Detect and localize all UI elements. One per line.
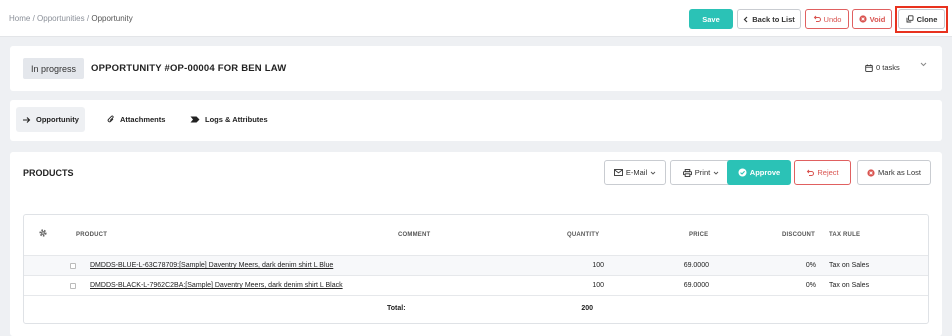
chevron-down-icon (713, 171, 719, 175)
tab-attachments[interactable]: Attachments (101, 107, 171, 132)
tab-label: Attachments (120, 115, 166, 124)
back-to-list-label: Back to List (752, 14, 795, 24)
save-button[interactable]: Save (689, 9, 733, 29)
reject-button[interactable]: Reject (794, 160, 851, 185)
back-to-list-button[interactable]: Back to List (737, 9, 801, 29)
undo-icon (813, 15, 821, 23)
chevron-down-icon (650, 171, 656, 175)
column-header-price: PRICE (689, 232, 709, 238)
discount-cell: 0% (805, 282, 816, 289)
tag-icon (190, 116, 200, 123)
table-header: PRODUCT COMMENT QUANTITY PRICE DISCOUNT … (24, 215, 928, 255)
table-row[interactable]: DMDDS-BLACK-L-7962C2BA:[Sample] Daventry… (24, 275, 928, 295)
breadcrumb-home[interactable]: Home (9, 14, 30, 23)
tabs-panel: Opportunity Attachments Logs & Attribute… (10, 100, 942, 141)
clone-button[interactable]: Clone (898, 9, 945, 29)
table-row[interactable]: DMDDS-BLUE-L-63C78709:[Sample] Daventry … (24, 255, 928, 275)
arrow-right-icon (22, 116, 31, 124)
envelope-icon (613, 169, 623, 176)
price-cell: 69.0000 (683, 282, 709, 289)
print-label: Print (694, 168, 711, 177)
email-button[interactable]: E-Mail (604, 160, 666, 185)
column-header-tax-rule: TAX RULE (829, 232, 861, 238)
row-checkbox[interactable] (70, 283, 76, 289)
tab-opportunity[interactable]: Opportunity (16, 107, 85, 132)
tasks-button[interactable]: 0 tasks (865, 63, 900, 72)
column-header-product: PRODUCT (76, 232, 108, 238)
undo-label: Undo (823, 14, 842, 24)
tax-rule-cell: Tax on Sales (829, 262, 870, 269)
table-total-row: Total: 200 (24, 295, 928, 323)
products-title: PRODUCTS (23, 168, 74, 178)
quantity-cell: 100 (592, 282, 604, 289)
page-title: OPPORTUNITY #OP-00004 FOR BEN LAW (91, 63, 287, 74)
tab-label: Logs & Attributes (205, 115, 268, 124)
void-button[interactable]: Void (852, 9, 892, 29)
print-button[interactable]: Print (670, 160, 732, 185)
discount-cell: 0% (805, 262, 816, 269)
products-table: PRODUCT COMMENT QUANTITY PRICE DISCOUNT … (23, 214, 929, 324)
total-label: Total: (387, 305, 406, 312)
void-icon (859, 15, 867, 23)
close-circle-icon (867, 168, 875, 177)
product-link[interactable]: DMDDS-BLACK-L-7962C2BA:[Sample] Daventry… (90, 282, 343, 289)
mark-as-lost-label: Mark as Lost (878, 168, 921, 177)
tax-rule-cell: Tax on Sales (829, 282, 870, 289)
email-label: E-Mail (625, 168, 648, 177)
approve-label: Approve (749, 168, 781, 177)
column-header-comment: COMMENT (398, 232, 431, 238)
paperclip-icon (107, 115, 115, 124)
total-quantity: 200 (581, 305, 593, 312)
breadcrumb-separator: / (32, 14, 35, 23)
calendar-icon (865, 64, 873, 72)
products-panel: PRODUCTS E-Mail Print Approve Reject Mar… (10, 152, 942, 336)
status-badge: In progress (23, 58, 85, 79)
reject-label: Reject (817, 168, 839, 177)
breadcrumb-current: Opportunity (91, 14, 133, 23)
row-checkbox[interactable] (70, 263, 76, 269)
column-header-quantity: QUANTITY (567, 232, 600, 238)
breadcrumb-separator: / (86, 14, 90, 23)
tasks-label: 0 tasks (876, 63, 900, 72)
breadcrumb-opportunities[interactable]: Opportunities (37, 14, 85, 23)
opportunity-header-panel: In progress OPPORTUNITY #OP-00004 FOR BE… (10, 46, 942, 91)
gear-icon[interactable] (38, 228, 48, 238)
mark-as-lost-button[interactable]: Mark as Lost (857, 160, 931, 185)
breadcrumb: Home / Opportunities / Opportunity (9, 14, 133, 23)
product-link[interactable]: DMDDS-BLUE-L-63C78709:[Sample] Daventry … (90, 262, 333, 269)
printer-icon (682, 168, 692, 177)
chevron-left-icon (743, 16, 749, 23)
check-circle-icon (738, 168, 747, 177)
clone-label: Clone (916, 14, 938, 24)
copy-icon (906, 15, 914, 23)
column-header-discount: DISCOUNT (782, 232, 815, 238)
price-cell: 69.0000 (683, 262, 709, 269)
approve-button[interactable]: Approve (727, 160, 791, 185)
void-label: Void (869, 14, 886, 24)
chevron-down-icon[interactable] (920, 62, 927, 67)
tab-logs-attributes[interactable]: Logs & Attributes (184, 107, 274, 132)
quantity-cell: 100 (592, 262, 604, 269)
undo-icon (806, 169, 815, 177)
save-label: Save (702, 14, 720, 24)
undo-button[interactable]: Undo (805, 9, 849, 29)
tab-label: Opportunity (36, 115, 79, 124)
